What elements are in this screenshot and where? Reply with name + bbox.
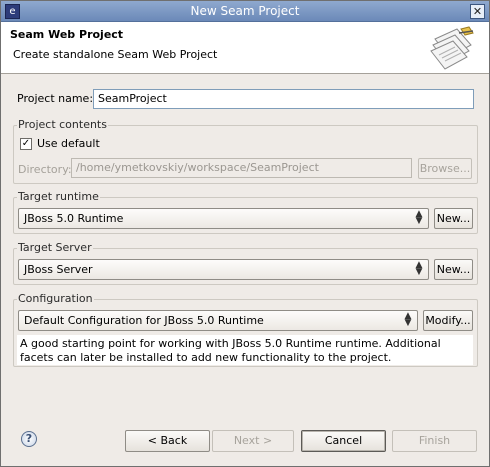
wizard-description: Create standalone Seam Web Project <box>13 48 218 61</box>
new-server-button[interactable]: New... <box>434 259 473 280</box>
close-icon[interactable]: ✕ <box>470 4 485 19</box>
wizard-title: Seam Web Project <box>10 28 124 41</box>
seam-wizard-icon <box>430 26 474 70</box>
project-name-field[interactable]: SeamProject <box>93 89 474 109</box>
modify-configuration-button[interactable]: Modify... <box>423 310 473 331</box>
configuration-select[interactable]: Default Configuration for JBoss 5.0 Runt… <box>18 310 418 331</box>
project-contents-legend: Project contents <box>17 118 108 131</box>
new-runtime-button[interactable]: New... <box>434 208 473 229</box>
target-runtime-select[interactable]: JBoss 5.0 Runtime ▲ ▼ <box>18 208 429 229</box>
configuration-value: Default Configuration for JBoss 5.0 Runt… <box>24 314 264 327</box>
configuration-legend: Configuration <box>17 292 94 305</box>
cancel-button[interactable]: Cancel <box>301 430 386 452</box>
target-server-select[interactable]: JBoss Server ▲ ▼ <box>18 259 429 280</box>
updown-arrow-icon: ▲ ▼ <box>415 260 423 277</box>
configuration-description: A good starting point for working with J… <box>17 335 473 365</box>
next-button[interactable]: Next > <box>212 430 294 452</box>
title-bar[interactable]: e New Seam Project ✕ <box>1 1 489 22</box>
back-button[interactable]: < Back <box>125 430 210 452</box>
updown-arrow-icon: ▲ ▼ <box>415 209 423 226</box>
updown-arrow-icon: ▲ ▼ <box>404 311 412 328</box>
directory-field[interactable]: /home/ymetkovskiy/workspace/SeamProject <box>71 158 412 178</box>
directory-label: Directory: <box>18 163 72 176</box>
project-name-label: Project name: <box>17 92 94 105</box>
target-server-value: JBoss Server <box>24 263 93 276</box>
finish-button[interactable]: Finish <box>392 430 477 452</box>
wizard-header: Seam Web Project Create standalone Seam … <box>1 22 489 74</box>
target-runtime-value: JBoss 5.0 Runtime <box>24 212 124 225</box>
help-icon[interactable]: ? <box>21 431 37 447</box>
target-server-legend: Target Server <box>17 241 93 254</box>
browse-button[interactable]: Browse... <box>418 158 472 179</box>
target-runtime-legend: Target runtime <box>17 190 100 203</box>
use-default-label: Use default <box>37 137 100 150</box>
use-default-checkbox[interactable]: ✓ <box>20 138 32 150</box>
window-title: New Seam Project <box>190 4 300 18</box>
wizard-dialog: e New Seam Project ✕ Seam Web Project Cr… <box>0 0 490 467</box>
